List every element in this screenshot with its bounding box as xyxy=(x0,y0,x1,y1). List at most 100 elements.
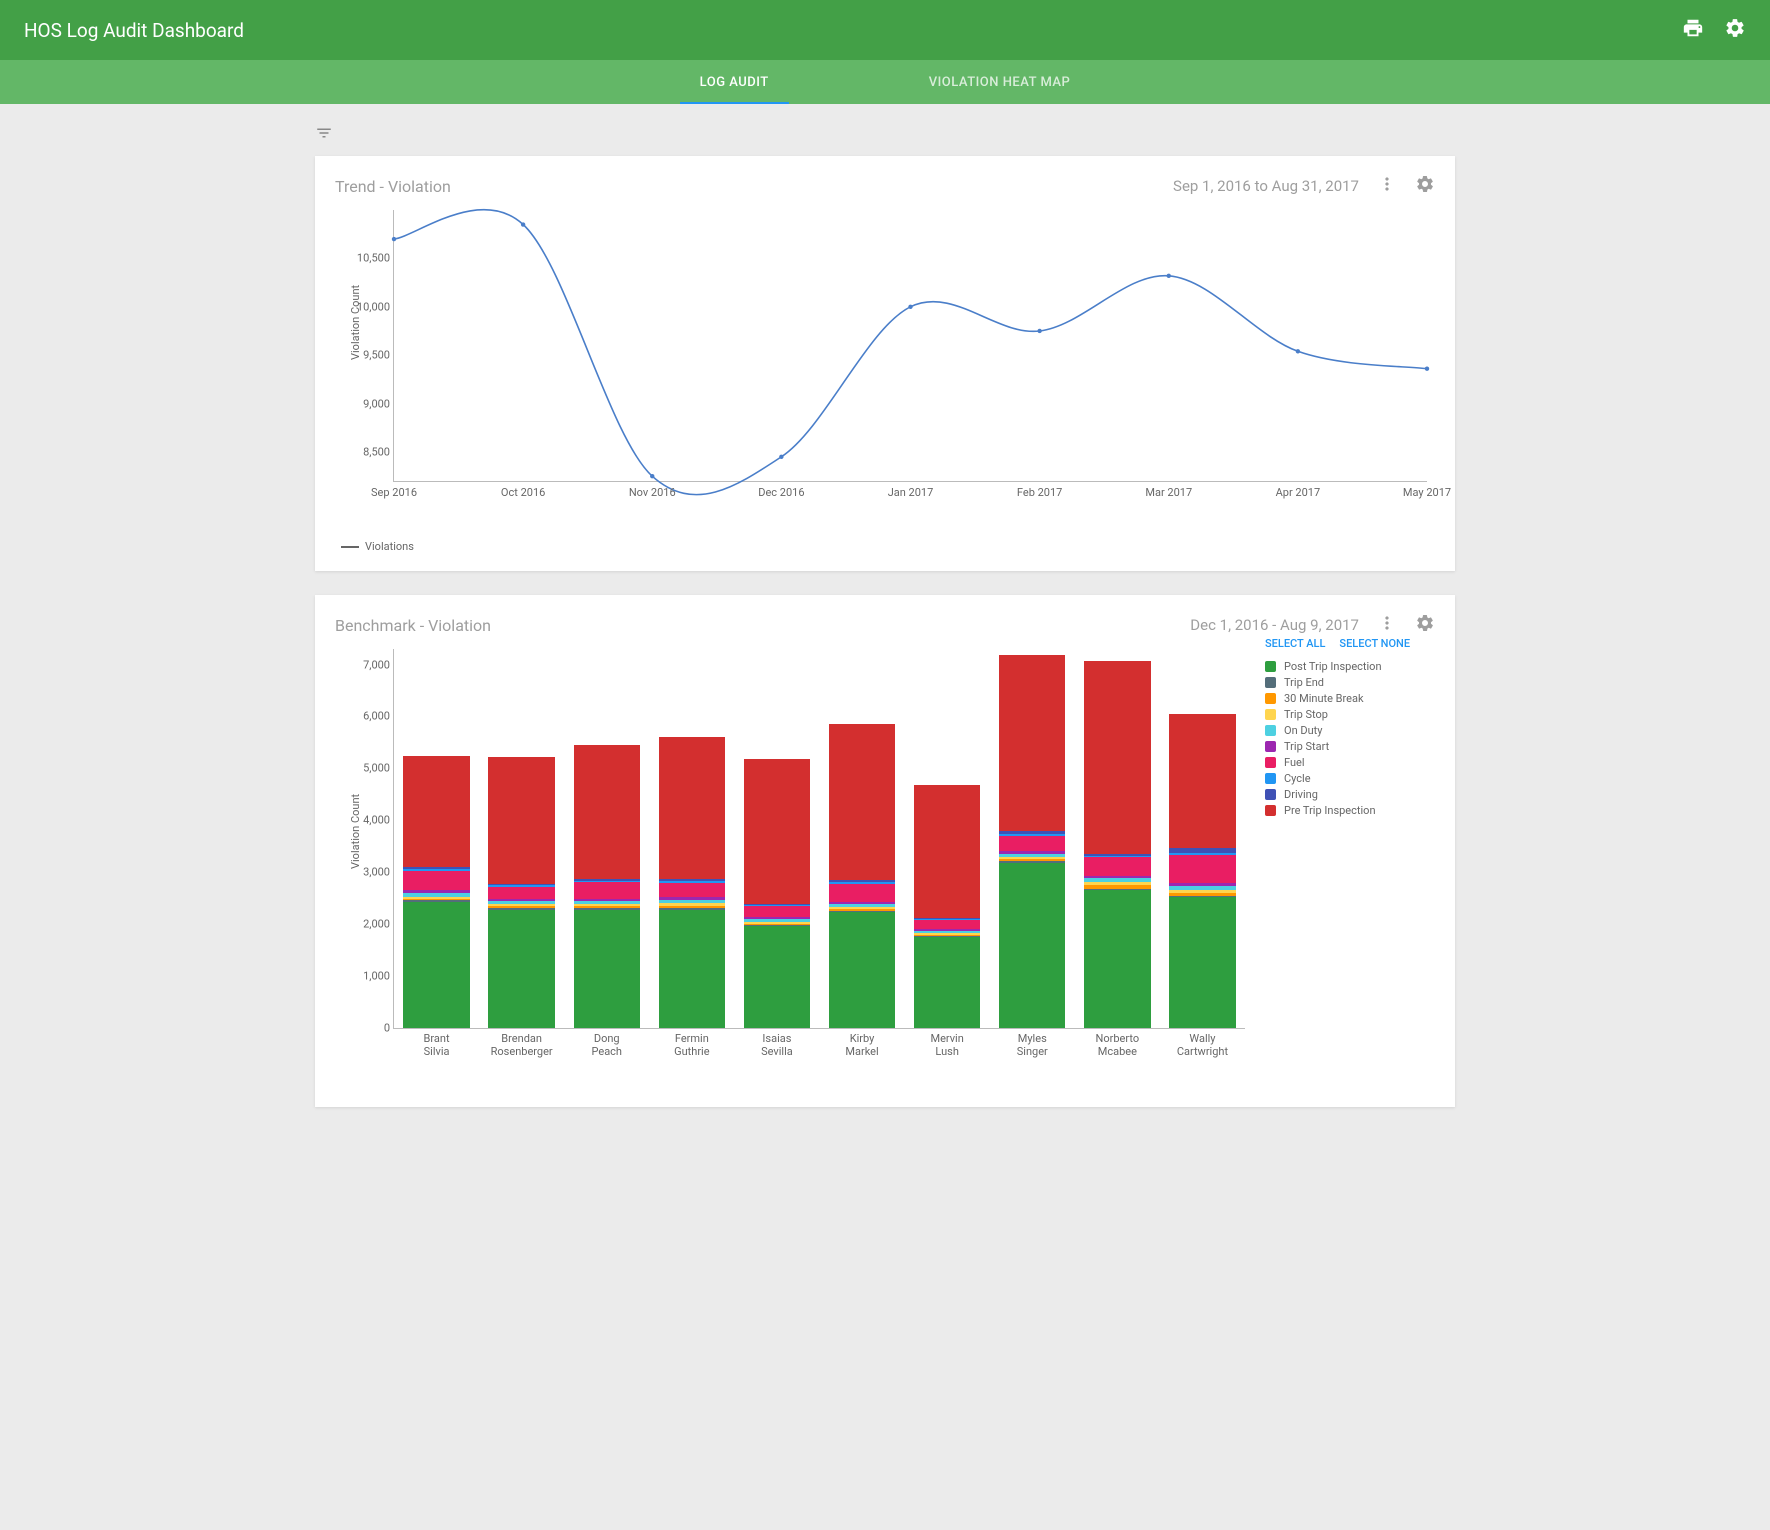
legend-item[interactable]: Trip End xyxy=(1265,676,1435,689)
bar-stack[interactable] xyxy=(574,745,640,1028)
x-tick: DongPeach xyxy=(591,1032,622,1058)
bar-stack[interactable] xyxy=(829,724,895,1028)
legend-item[interactable]: Fuel xyxy=(1265,756,1435,769)
y-tick: 6,000 xyxy=(346,710,390,723)
trend-legend-label: Violations xyxy=(365,540,414,553)
y-tick: 2,000 xyxy=(346,918,390,931)
legend-item[interactable]: Cycle xyxy=(1265,772,1435,785)
legend-label: Fuel xyxy=(1284,756,1305,769)
bar-segment xyxy=(659,883,725,898)
tab-bar: LOG AUDIT VIOLATION HEAT MAP xyxy=(0,60,1770,104)
bar-stack[interactable] xyxy=(659,737,725,1028)
bar-segment xyxy=(1084,890,1150,1028)
x-tick: MervinLush xyxy=(930,1032,963,1058)
bar-segment xyxy=(659,910,725,1028)
gear-icon[interactable] xyxy=(1724,17,1746,43)
y-tick: 3,000 xyxy=(346,866,390,879)
x-tick: MylesSinger xyxy=(1017,1032,1048,1058)
trend-chart: Violation Count 8,5009,0009,50010,00010,… xyxy=(335,210,1435,510)
print-icon[interactable] xyxy=(1682,17,1704,43)
more-icon[interactable] xyxy=(1377,613,1397,637)
bar-stack[interactable] xyxy=(403,756,469,1028)
bar-stack[interactable] xyxy=(1169,714,1235,1028)
benchmark-card: Benchmark - Violation Dec 1, 2016 - Aug … xyxy=(315,595,1455,1107)
gear-icon[interactable] xyxy=(1415,174,1435,198)
bar-segment xyxy=(403,902,469,1028)
legend-item[interactable]: Trip Start xyxy=(1265,740,1435,753)
x-tick: Dec 2016 xyxy=(758,486,804,499)
bar-segment xyxy=(1084,661,1150,854)
bar-segment xyxy=(914,785,980,918)
bar-segment xyxy=(1169,897,1235,1028)
legend-item[interactable]: Driving xyxy=(1265,788,1435,801)
bar-stack[interactable] xyxy=(914,785,980,1028)
benchmark-legend: SELECT ALL SELECT NONE Post Trip Inspect… xyxy=(1265,637,1435,820)
x-tick: Jan 2017 xyxy=(888,486,934,499)
x-tick: Apr 2017 xyxy=(1276,486,1321,499)
legend-item[interactable]: Post Trip Inspection xyxy=(1265,660,1435,673)
x-tick: May 2017 xyxy=(1403,486,1451,499)
bar-segment xyxy=(1169,714,1235,848)
benchmark-plot: 01,0002,0003,0004,0005,0006,0007,000Bran… xyxy=(393,649,1245,1029)
bar-stack[interactable] xyxy=(1084,661,1150,1028)
benchmark-date-range: Dec 1, 2016 - Aug 9, 2017 xyxy=(1190,616,1359,634)
tab-log-audit[interactable]: LOG AUDIT xyxy=(680,62,789,103)
main-container: Trend - Violation Sep 1, 2016 to Aug 31,… xyxy=(315,104,1455,1171)
benchmark-chart: Violation Count 01,0002,0003,0004,0005,0… xyxy=(335,649,1435,1089)
legend-swatch xyxy=(1265,709,1276,720)
x-tick: IsaiasSevilla xyxy=(761,1032,793,1058)
legend-swatch xyxy=(1265,693,1276,704)
bar-stack[interactable] xyxy=(744,759,810,1028)
legend-item[interactable]: 30 Minute Break xyxy=(1265,692,1435,705)
y-tick: 5,000 xyxy=(346,762,390,775)
trend-date-range: Sep 1, 2016 to Aug 31, 2017 xyxy=(1173,177,1359,195)
bar-segment xyxy=(999,863,1065,1028)
trend-plot: 8,5009,0009,50010,00010,500Sep 2016Oct 2… xyxy=(393,210,1427,482)
x-tick: Oct 2016 xyxy=(501,486,545,499)
trend-title: Trend - Violation xyxy=(335,177,451,196)
legend-label: Trip End xyxy=(1284,676,1324,689)
page-title: HOS Log Audit Dashboard xyxy=(24,19,244,42)
bar-segment xyxy=(914,937,980,1028)
y-tick: 10,000 xyxy=(346,300,390,313)
y-tick: 9,500 xyxy=(346,349,390,362)
filter-icon[interactable] xyxy=(315,127,333,146)
bar-segment xyxy=(1084,857,1150,876)
benchmark-y-axis-title: Violation Count xyxy=(349,794,362,869)
benchmark-header: Benchmark - Violation Dec 1, 2016 - Aug … xyxy=(335,613,1435,637)
y-tick: 10,500 xyxy=(346,252,390,265)
bar-stack[interactable] xyxy=(999,655,1065,1028)
legend-item[interactable]: On Duty xyxy=(1265,724,1435,737)
y-tick: 8,500 xyxy=(346,445,390,458)
benchmark-header-right: Dec 1, 2016 - Aug 9, 2017 xyxy=(1190,613,1435,637)
bar-segment xyxy=(659,737,725,879)
bar-stack[interactable] xyxy=(488,757,554,1028)
legend-item[interactable]: Pre Trip Inspection xyxy=(1265,804,1435,817)
trend-header-right: Sep 1, 2016 to Aug 31, 2017 xyxy=(1173,174,1435,198)
tab-heat-map[interactable]: VIOLATION HEAT MAP xyxy=(909,62,1091,103)
legend-items: Post Trip Inspection Trip End 30 Minute Br… xyxy=(1265,660,1435,817)
legend-label: 30 Minute Break xyxy=(1284,692,1364,705)
bar-segment xyxy=(574,910,640,1028)
trend-legend-swatch xyxy=(341,546,359,548)
select-all-button[interactable]: SELECT ALL xyxy=(1265,637,1325,650)
trend-line-svg xyxy=(394,210,1427,481)
select-none-button[interactable]: SELECT NONE xyxy=(1339,637,1410,650)
bar-segment xyxy=(403,871,469,891)
x-tick: BrantSilvia xyxy=(424,1032,450,1058)
x-tick: Nov 2016 xyxy=(629,486,676,499)
bar-segment xyxy=(574,745,640,879)
bar-segment xyxy=(829,912,895,1028)
more-icon[interactable] xyxy=(1377,174,1397,198)
bar-segment xyxy=(744,759,810,904)
legend-swatch xyxy=(1265,773,1276,784)
bar-segment xyxy=(914,920,980,929)
gear-icon[interactable] xyxy=(1415,613,1435,637)
legend-label: Driving xyxy=(1284,788,1318,801)
legend-swatch xyxy=(1265,677,1276,688)
header-actions xyxy=(1682,17,1746,43)
legend-label: Trip Start xyxy=(1284,740,1329,753)
y-tick: 4,000 xyxy=(346,814,390,827)
x-tick: KirbyMarkel xyxy=(845,1032,878,1058)
legend-item[interactable]: Trip Stop xyxy=(1265,708,1435,721)
